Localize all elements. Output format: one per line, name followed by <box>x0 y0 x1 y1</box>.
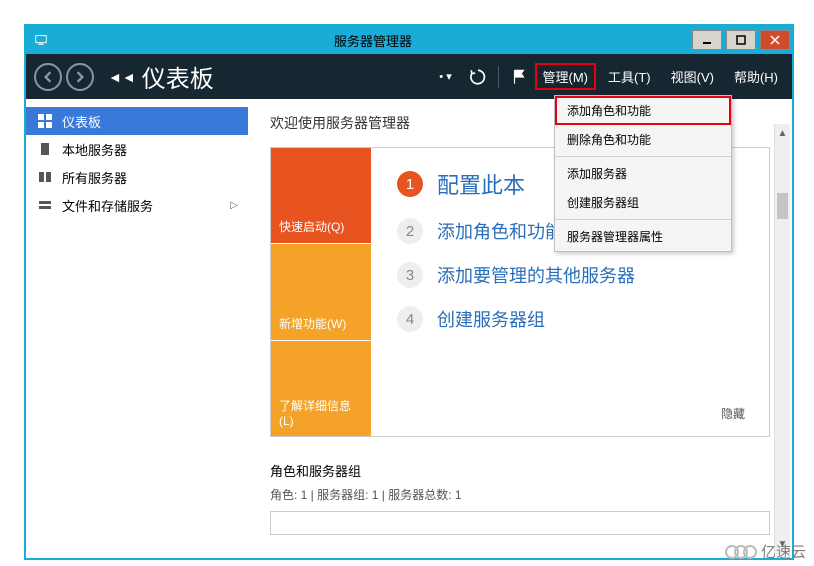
step-3[interactable]: 3 添加要管理的其他服务器 <box>397 262 743 288</box>
dashboard-icon <box>38 114 52 128</box>
flag-icon[interactable] <box>505 63 533 91</box>
menu-tools[interactable]: 工具(T) <box>600 63 659 90</box>
separator <box>555 156 731 157</box>
step-4[interactable]: 4 创建服务器组 <box>397 306 743 332</box>
step-text: 添加角色和功能 <box>437 218 563 244</box>
storage-icon <box>38 198 52 212</box>
scroll-thumb[interactable] <box>777 193 788 219</box>
menu-manage[interactable]: 管理(M) <box>535 63 597 90</box>
menu-help[interactable]: 帮助(H) <box>726 63 786 90</box>
sidebar-item-label: 文件和存储服务 <box>62 196 153 215</box>
manage-dropdown: 添加角色和功能 删除角色和功能 添加服务器 创建服务器组 服务器管理器属性 <box>554 95 732 252</box>
dropdown-caret-icon[interactable]: • ▾ <box>432 63 460 91</box>
chevron-left-icon: ◄◄ <box>108 69 136 85</box>
sidebar-item-dashboard[interactable]: 仪表板 <box>26 107 248 135</box>
sidebar-item-label: 仪表板 <box>62 112 101 131</box>
menu-view[interactable]: 视图(V) <box>663 63 722 90</box>
separator <box>555 219 731 220</box>
step-text: 配置此本 <box>437 168 525 200</box>
breadcrumb-label: 仪表板 <box>142 59 214 94</box>
watermark-icon <box>725 545 757 559</box>
titlebar: 服务器管理器 <box>26 26 792 54</box>
roles-box <box>270 511 770 535</box>
step-num: 1 <box>397 171 423 197</box>
step-num: 3 <box>397 262 423 288</box>
breadcrumb[interactable]: ◄◄ 仪表板 <box>108 59 214 94</box>
minimize-button[interactable] <box>692 30 722 50</box>
toolbar: ◄◄ 仪表板 • ▾ 管理(M) 工具(T) 视图(V) 帮助(H) <box>26 54 792 99</box>
step-text: 创建服务器组 <box>437 306 545 332</box>
window-title: 服务器管理器 <box>56 31 690 50</box>
back-button[interactable] <box>34 63 62 91</box>
app-icon <box>32 31 50 49</box>
scrollbar[interactable]: ▲ ▼ <box>774 124 790 554</box>
roles-title: 角色和服务器组 <box>270 461 770 480</box>
server-icon <box>38 142 52 156</box>
step-num: 2 <box>397 218 423 244</box>
dropdown-remove-roles[interactable]: 删除角色和功能 <box>555 125 731 154</box>
watermark-text: 亿速云 <box>761 541 806 562</box>
step-text: 添加要管理的其他服务器 <box>437 262 635 288</box>
hide-link[interactable]: 隐藏 <box>721 405 745 422</box>
close-button[interactable] <box>760 30 790 50</box>
sidebar-item-local[interactable]: 本地服务器 <box>26 135 248 163</box>
separator <box>498 66 499 88</box>
roles-subtitle: 角色: 1 | 服务器组: 1 | 服务器总数: 1 <box>270 486 770 503</box>
watermark: 亿速云 <box>725 541 806 562</box>
step-num: 4 <box>397 306 423 332</box>
dropdown-create-group[interactable]: 创建服务器组 <box>555 188 731 217</box>
chevron-right-icon: ▷ <box>230 200 238 211</box>
tile-quickstart[interactable]: 快速启动(Q) <box>271 148 371 243</box>
roles-section: 角色和服务器组 角色: 1 | 服务器组: 1 | 服务器总数: 1 <box>270 461 770 535</box>
forward-button[interactable] <box>66 63 94 91</box>
scroll-up-icon[interactable]: ▲ <box>778 124 788 143</box>
tile-learn[interactable]: 了解详细信息(L) <box>271 340 371 436</box>
dropdown-add-roles[interactable]: 添加角色和功能 <box>555 96 731 125</box>
sidebar-item-storage[interactable]: 文件和存储服务 ▷ <box>26 191 248 219</box>
refresh-icon[interactable] <box>464 63 492 91</box>
sidebar-item-all[interactable]: 所有服务器 <box>26 163 248 191</box>
sidebar-item-label: 所有服务器 <box>62 168 127 187</box>
servers-icon <box>38 170 52 184</box>
scroll-track[interactable] <box>775 143 790 535</box>
maximize-button[interactable] <box>726 30 756 50</box>
tile-new[interactable]: 新增功能(W) <box>271 243 371 339</box>
sidebar-item-label: 本地服务器 <box>62 140 127 159</box>
dropdown-properties[interactable]: 服务器管理器属性 <box>555 222 731 251</box>
dropdown-add-server[interactable]: 添加服务器 <box>555 159 731 188</box>
sidebar: 仪表板 本地服务器 所有服务器 文件和存储服务 ▷ <box>26 99 248 558</box>
